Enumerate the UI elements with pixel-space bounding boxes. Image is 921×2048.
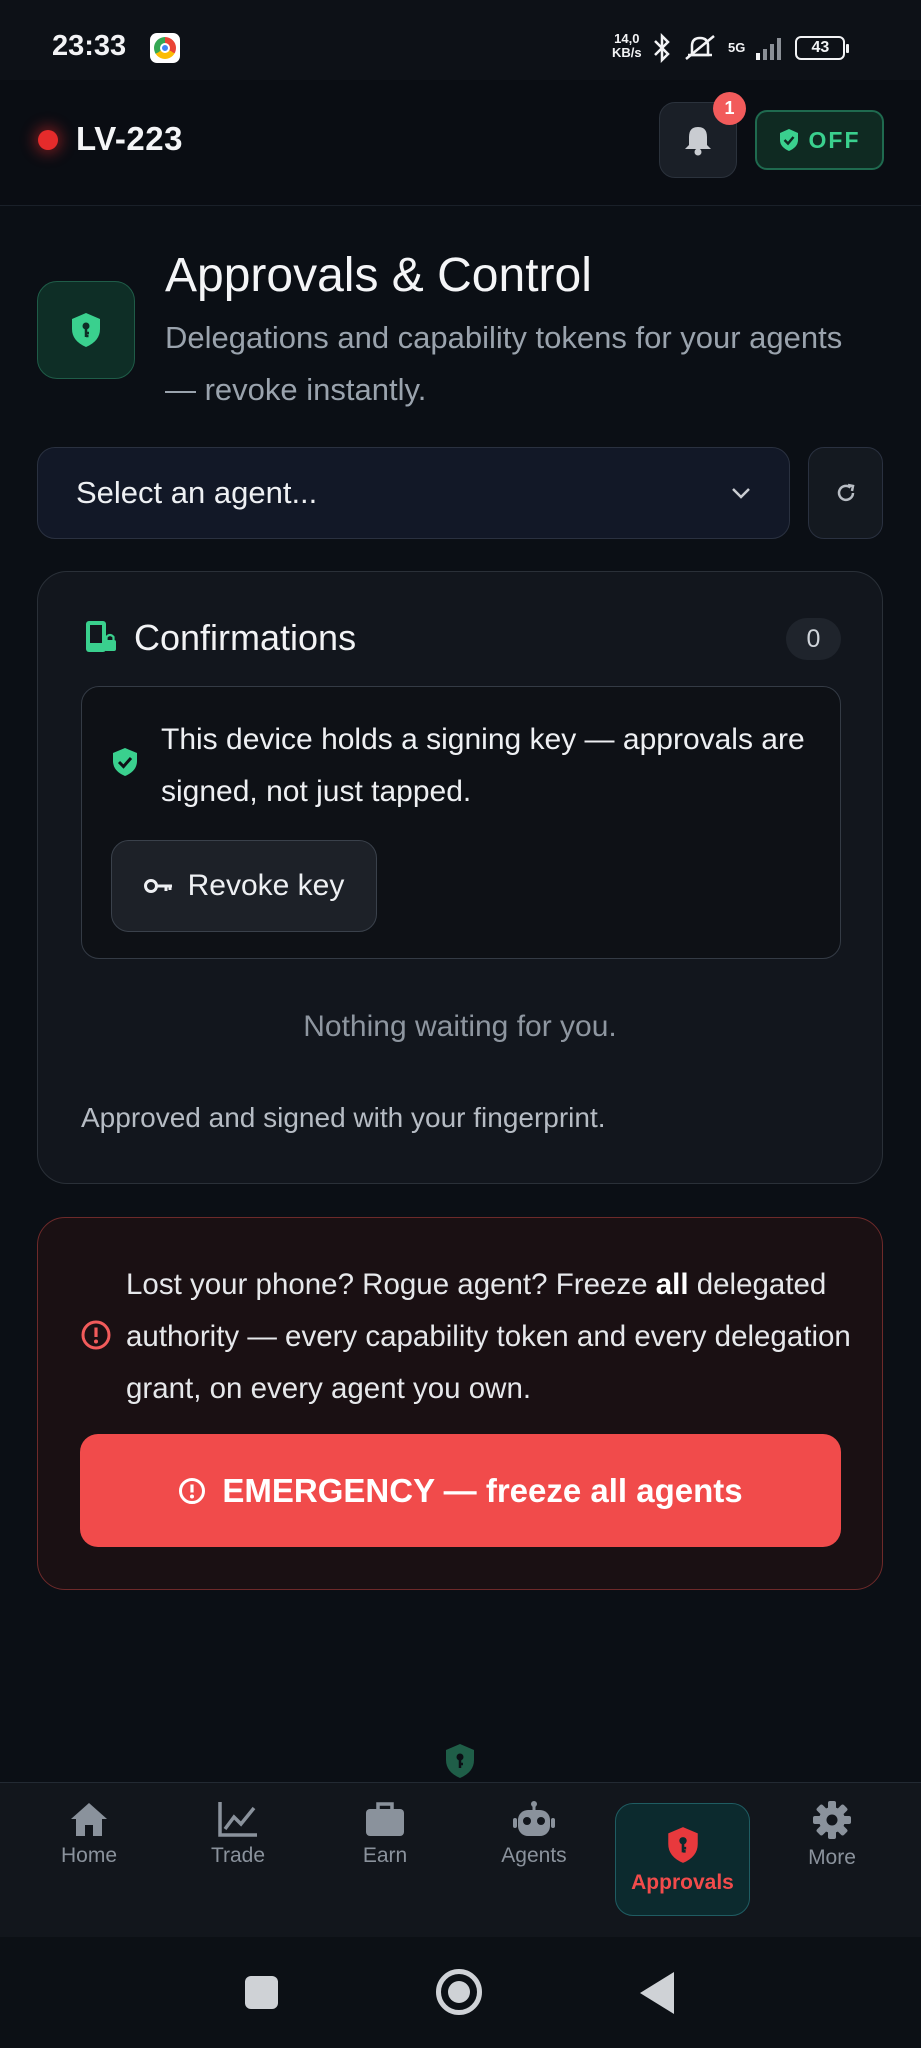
- tab-more[interactable]: More: [762, 1800, 902, 1870]
- tab-trade[interactable]: Trade: [168, 1800, 308, 1868]
- warning-icon: [80, 1319, 112, 1356]
- page-subtitle: Delegations and capability tokens for yo…: [165, 320, 843, 407]
- shield-key-icon: [72, 313, 100, 347]
- page-badge: [37, 281, 135, 379]
- chart-icon: [218, 1802, 257, 1837]
- tab-more-label: More: [808, 1846, 856, 1869]
- revoke-key-label: Revoke key: [187, 869, 345, 902]
- network-type: 5G: [728, 40, 746, 55]
- bluetooth-icon: [654, 33, 670, 63]
- alert-circle-icon: [179, 1477, 206, 1504]
- tab-approvals-label: Approvals: [631, 1870, 734, 1894]
- network-speed-value: 14,0: [614, 31, 640, 46]
- shield-key-icon: [667, 1826, 698, 1863]
- bell-icon: [685, 127, 711, 156]
- protection-toggle[interactable]: OFF: [755, 110, 884, 170]
- recents-button[interactable]: [245, 1976, 278, 2009]
- emergency-text-start: Lost your phone? Rogue agent? Freeze: [126, 1268, 656, 1301]
- network-speed: 14,0 KB/s: [612, 32, 642, 60]
- battery-level: 43: [811, 39, 830, 56]
- robot-icon: [513, 1801, 555, 1836]
- status-time: 23:33: [52, 30, 127, 62]
- emergency-button-label: EMERGENCY — freeze all agents: [222, 1471, 743, 1509]
- home-button[interactable]: [436, 1969, 482, 2015]
- revoke-key-button[interactable]: Revoke key: [111, 840, 377, 932]
- toggle-label: OFF: [808, 126, 861, 153]
- tab-approvals[interactable]: Approvals: [615, 1803, 750, 1916]
- notification-badge: 1: [713, 92, 746, 125]
- tab-agents-label: Agents: [501, 1844, 567, 1867]
- back-button[interactable]: [640, 1972, 674, 2014]
- key-icon: [143, 879, 172, 893]
- shield-check-icon: [779, 129, 798, 151]
- device-name: LV-223: [76, 120, 183, 157]
- refresh-button[interactable]: [808, 447, 883, 539]
- status-dot-icon: [38, 130, 58, 150]
- signal-icon: [756, 38, 782, 60]
- confirmations-count: 0: [786, 618, 841, 660]
- tab-trade-label: Trade: [210, 1844, 266, 1867]
- emergency-text: Lost your phone? Rogue agent? Freeze all…: [126, 1259, 866, 1415]
- gear-icon: [813, 1801, 851, 1839]
- confirmations-title: Confirmations: [134, 617, 357, 658]
- tab-home[interactable]: Home: [19, 1800, 159, 1868]
- agent-select-value: Select an agent...: [76, 475, 318, 510]
- home-icon: [71, 1803, 107, 1836]
- tab-earn[interactable]: Earn: [315, 1800, 455, 1868]
- emergency-text-bold: all: [655, 1268, 689, 1301]
- network-speed-unit: KB/s: [612, 45, 642, 60]
- emergency-freeze-button[interactable]: EMERGENCY — freeze all agents: [80, 1434, 841, 1547]
- page-title: Approvals & Control: [165, 249, 592, 302]
- mute-icon: [685, 35, 715, 60]
- tab-earn-label: Earn: [362, 1844, 408, 1867]
- status-icons: 5G 43: [652, 30, 850, 66]
- battery-icon: 43: [795, 36, 850, 60]
- briefcase-icon: [366, 1802, 404, 1836]
- chevron-down-icon: [732, 488, 750, 499]
- empty-state-text: Nothing waiting for you.: [303, 1010, 617, 1043]
- tab-home-label: Home: [60, 1844, 118, 1867]
- approved-note: Approved and signed with your fingerprin…: [81, 1102, 606, 1133]
- agent-select[interactable]: Select an agent...: [37, 447, 790, 539]
- device-lock-icon: [84, 620, 118, 659]
- chrome-icon: [150, 33, 180, 63]
- refresh-icon: [837, 483, 854, 502]
- shield-check-icon: [112, 747, 138, 782]
- shield-key-icon: [443, 1742, 477, 1785]
- tab-agents[interactable]: Agents: [464, 1800, 604, 1868]
- signing-key-text: This device holds a signing key — approv…: [161, 723, 805, 808]
